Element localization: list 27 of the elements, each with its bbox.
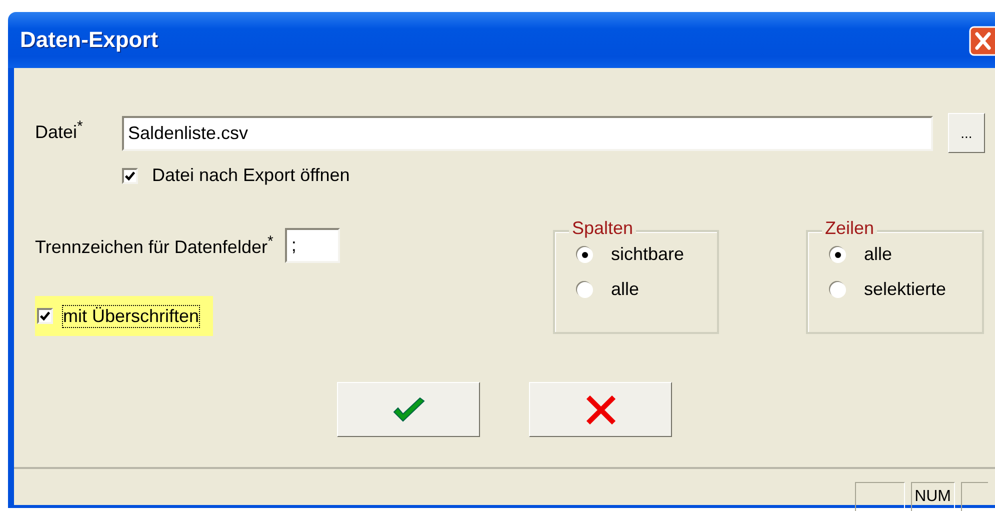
file-field[interactable]: Saldenliste.csv	[122, 116, 933, 150]
radio-button[interactable]	[830, 282, 846, 298]
group-title: Spalten	[569, 218, 636, 239]
status-panel	[961, 482, 988, 511]
radio-label: alle	[611, 279, 640, 300]
close-icon[interactable]	[969, 26, 995, 56]
checkmark-icon	[392, 396, 426, 424]
separator-label: Trennzeichen für Datenfelder$^{*}$	[35, 233, 274, 258]
radio-label: selektierte	[864, 279, 946, 300]
separator-field[interactable]: ;	[285, 228, 340, 263]
radio-button[interactable]	[577, 246, 593, 262]
checkbox[interactable]	[37, 308, 53, 324]
radio-button[interactable]	[577, 282, 593, 298]
cross-icon	[586, 394, 616, 424]
radio-label: sichtbare	[611, 244, 684, 265]
window-title: Daten-Export	[20, 27, 158, 53]
browse-button[interactable]: ...	[948, 113, 985, 153]
status-panel	[854, 482, 905, 511]
radio-label: alle	[864, 244, 892, 265]
radio-button[interactable]	[830, 246, 846, 262]
cancel-button[interactable]	[529, 382, 672, 437]
checkbox-label: Datei nach Export öffnen	[152, 165, 350, 186]
checkbox[interactable]	[122, 168, 138, 184]
ok-button[interactable]	[337, 382, 480, 437]
num-indicator: NUM	[910, 482, 955, 511]
checkbox-label: mit Überschriften	[63, 306, 200, 326]
file-label: Datei$^{*}$	[35, 117, 84, 143]
